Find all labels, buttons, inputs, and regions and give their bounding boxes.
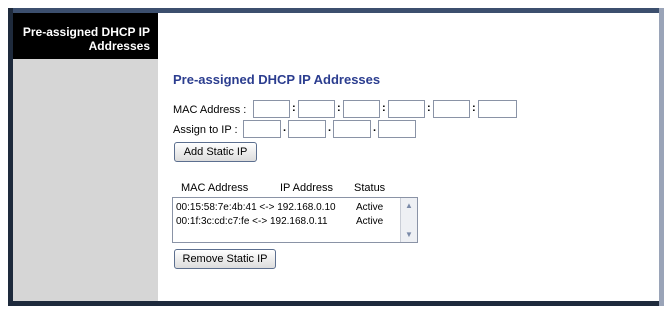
ip-field-4[interactable]: [378, 120, 416, 138]
list-item-entry: 00:1f:3c:cd:c7:fe <-> 192.168.0.11: [176, 216, 328, 227]
column-header-mac: MAC Address: [181, 182, 249, 194]
mac-field-3[interactable]: [343, 100, 380, 118]
arrow-up-icon[interactable]: ▲: [402, 199, 416, 212]
ip-field-3[interactable]: [333, 120, 371, 138]
mac-separator: :: [292, 102, 296, 114]
frame-right-border: [659, 8, 664, 306]
mac-field-6[interactable]: [478, 100, 517, 118]
ip-separator: .: [373, 122, 377, 134]
page-title: Pre-assigned DHCP IP Addresses: [173, 72, 381, 87]
column-header-status: Status: [354, 182, 386, 194]
mac-field-2[interactable]: [298, 100, 335, 118]
list-item[interactable]: 00:15:58:7e:4b:41 <-> 192.168.0.10 Activ…: [176, 202, 383, 213]
sidebar-title: Pre-assigned DHCP IP Addresses: [13, 13, 158, 59]
ip-separator: .: [283, 122, 287, 134]
mac-address-label: MAC Address :: [173, 104, 247, 116]
mac-separator: :: [472, 102, 476, 114]
vertical-scrollbar[interactable]: ▲ ▼: [400, 198, 417, 242]
ip-separator: .: [328, 122, 332, 134]
remove-static-ip-button[interactable]: Remove Static IP: [174, 249, 276, 269]
mac-separator: :: [427, 102, 431, 114]
ip-field-2[interactable]: [288, 120, 326, 138]
mac-field-1[interactable]: [253, 100, 290, 118]
column-header-ip: IP Address: [280, 182, 333, 194]
ip-field-1[interactable]: [243, 120, 281, 138]
mac-field-4[interactable]: [388, 100, 425, 118]
frame-bottom-border: [8, 301, 664, 306]
add-static-ip-button[interactable]: Add Static IP: [174, 142, 257, 162]
assign-ip-label: Assign to IP :: [173, 124, 238, 136]
list-item[interactable]: 00:1f:3c:cd:c7:fe <-> 192.168.0.11 Activ…: [176, 216, 383, 227]
mac-separator: :: [382, 102, 386, 114]
arrow-down-icon[interactable]: ▼: [402, 228, 416, 241]
mac-field-5[interactable]: [433, 100, 470, 118]
static-ip-listbox[interactable]: 00:15:58:7e:4b:41 <-> 192.168.0.10 Activ…: [172, 197, 418, 243]
list-item-entry: 00:15:58:7e:4b:41 <-> 192.168.0.10: [176, 202, 336, 213]
list-item-status: Active: [356, 216, 384, 227]
mac-separator: :: [337, 102, 341, 114]
list-item-status: Active: [356, 202, 384, 213]
